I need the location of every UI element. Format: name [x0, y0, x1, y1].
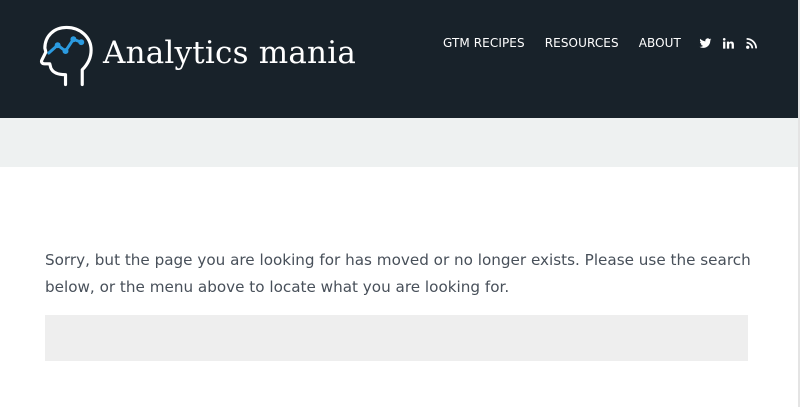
twitter-icon [699, 37, 712, 48]
search-input[interactable] [45, 315, 748, 361]
social-links [699, 37, 758, 50]
linkedin-icon [722, 37, 734, 49]
site-name: Analytics mania [103, 34, 356, 71]
main-nav: GTM RECIPES RESOURCES ABOUT [443, 34, 758, 52]
not-found-message: Sorry, but the page you are looking for … [45, 251, 751, 296]
head-chart-icon [39, 25, 93, 87]
nav-gtm-recipes[interactable]: GTM RECIPES [443, 34, 525, 52]
nav-resources[interactable]: RESOURCES [545, 34, 619, 52]
nav-about[interactable]: ABOUT [639, 34, 681, 52]
rss-icon [746, 37, 757, 49]
linkedin-link[interactable] [722, 37, 735, 50]
rss-link[interactable] [745, 37, 758, 50]
twitter-link[interactable] [699, 37, 712, 50]
site-header: Analytics mania GTM RECIPES RESOURCES AB… [0, 0, 798, 118]
page-title-band [0, 118, 798, 167]
site-logo-link[interactable]: Analytics mania [36, 22, 356, 88]
